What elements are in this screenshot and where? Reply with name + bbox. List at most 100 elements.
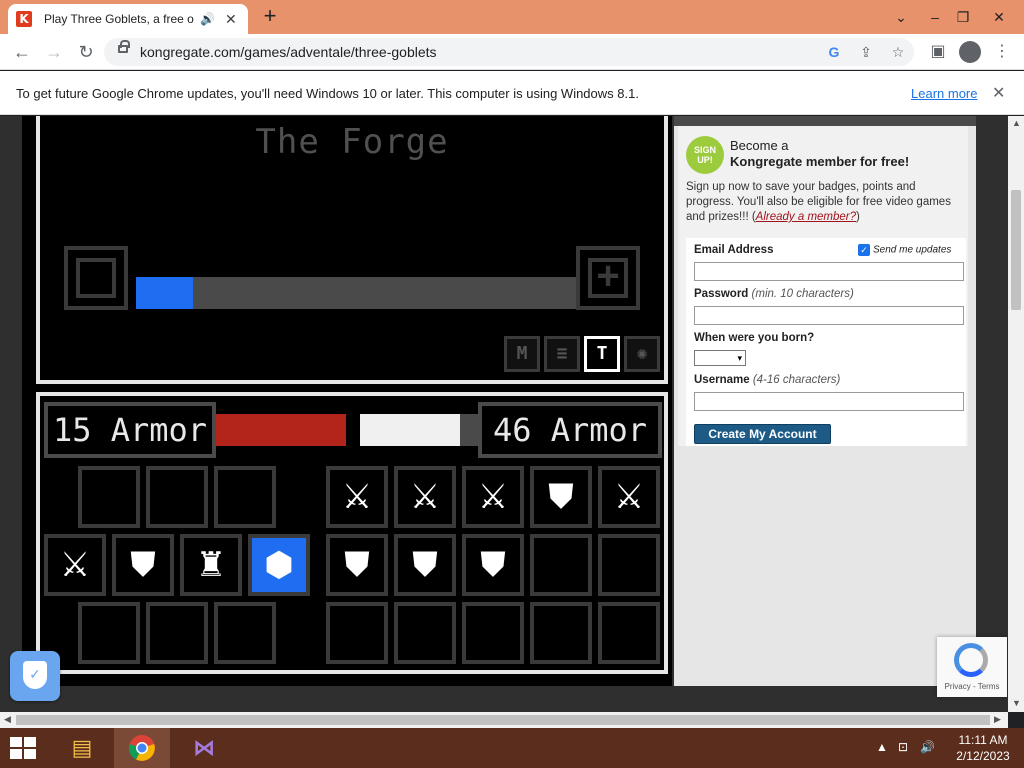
dob-select[interactable]: ▾ bbox=[694, 350, 746, 366]
url-text[interactable]: kongregate.com/games/adventale/three-gob… bbox=[140, 44, 437, 60]
email-label: Email Address bbox=[694, 244, 774, 256]
map-tool-button[interactable]: M bbox=[504, 336, 540, 372]
scroll-left-icon[interactable]: ◀ bbox=[4, 714, 11, 725]
volume-icon[interactable]: 🔊 bbox=[920, 740, 935, 754]
bookmark-star-icon[interactable]: ☆ bbox=[888, 42, 908, 62]
send-updates-option[interactable]: ✓ Send me updates bbox=[858, 244, 951, 256]
inventory-slot[interactable] bbox=[78, 602, 140, 664]
update-infobar: To get future Google Chrome updates, you… bbox=[0, 71, 1024, 115]
file-explorer-icon[interactable]: ▤ bbox=[54, 728, 110, 768]
inventory-slot[interactable] bbox=[146, 602, 208, 664]
back-arrow-icon[interactable]: ← bbox=[10, 40, 34, 64]
inventory-slot[interactable] bbox=[78, 466, 140, 528]
visual-studio-icon[interactable]: ⋈ bbox=[176, 728, 232, 768]
inventory-slot[interactable] bbox=[326, 602, 388, 664]
horizontal-scroll-thumb[interactable] bbox=[16, 715, 990, 725]
browser-tab[interactable]: K Play Three Goblets, a free on 🔊 ✕ bbox=[8, 4, 248, 34]
scroll-right-icon[interactable]: ▶ bbox=[994, 714, 1001, 725]
share-icon[interactable]: ⇪ bbox=[856, 42, 876, 62]
email-field[interactable] bbox=[694, 262, 964, 281]
recaptcha-badge[interactable]: Privacy - Terms bbox=[937, 637, 1007, 697]
armor-icon: ♜ bbox=[195, 546, 227, 584]
horizontal-scrollbar[interactable]: ◀ ▶ bbox=[0, 712, 1008, 728]
settings-tool-button[interactable]: ✺ bbox=[624, 336, 660, 372]
windows-start-icon[interactable] bbox=[10, 737, 38, 761]
forward-arrow-icon[interactable]: → bbox=[42, 40, 66, 64]
address-bar[interactable]: kongregate.com/games/adventale/three-gob… bbox=[104, 38, 914, 66]
sword-icon: ⚔ bbox=[341, 478, 373, 516]
page-viewport: The Forge + M ≡ T ✺ 15 Armor 46 Armor ⚔ … bbox=[0, 116, 1008, 712]
forge-output-slot[interactable]: + bbox=[576, 246, 640, 310]
lock-icon[interactable] bbox=[118, 40, 130, 53]
signup-seal-icon: SIGN UP! bbox=[686, 136, 724, 174]
inventory-slot[interactable] bbox=[214, 466, 276, 528]
game-canvas[interactable]: The Forge + M ≡ T ✺ 15 Armor 46 Armor ⚔ … bbox=[22, 116, 672, 686]
menu-kebab-icon[interactable]: ⋮ bbox=[990, 40, 1014, 64]
list-tool-button[interactable]: ≡ bbox=[544, 336, 580, 372]
network-icon[interactable]: ⊡ bbox=[898, 740, 908, 754]
inventory-slot[interactable]: ⚔ bbox=[462, 466, 524, 528]
inventory-slot[interactable] bbox=[214, 602, 276, 664]
password-field[interactable] bbox=[694, 306, 964, 325]
inventory-slot[interactable]: ⚔ bbox=[394, 466, 456, 528]
username-field[interactable] bbox=[694, 392, 964, 411]
already-member-link[interactable]: Already a member? bbox=[756, 211, 856, 223]
inventory-slot[interactable] bbox=[394, 602, 456, 664]
inventory-slot[interactable]: ⚔ bbox=[44, 534, 106, 596]
reload-icon[interactable]: ↻ bbox=[74, 40, 98, 64]
inventory-slot[interactable] bbox=[598, 602, 660, 664]
taskbar-clock[interactable]: 11:11 AM 2/12/2023 bbox=[948, 732, 1018, 764]
audio-playing-icon[interactable]: 🔊 bbox=[200, 12, 215, 26]
forge-input-slot[interactable] bbox=[64, 246, 128, 310]
learn-more-link[interactable]: Learn more bbox=[911, 86, 977, 101]
shield-icon: ⛊ bbox=[548, 478, 574, 516]
inventory-slot[interactable]: ⛊ bbox=[462, 534, 524, 596]
scroll-down-icon[interactable]: ▼ bbox=[1012, 698, 1021, 708]
forge-tool-button[interactable]: T bbox=[584, 336, 620, 372]
clock-date: 2/12/2023 bbox=[956, 749, 1010, 763]
inventory-slot[interactable] bbox=[598, 534, 660, 596]
enemy-armor-label: 46 Armor bbox=[478, 402, 662, 458]
inventory-slot[interactable]: ⛊ bbox=[530, 466, 592, 528]
inventory-slot-selected[interactable]: ⬢ bbox=[248, 534, 310, 596]
inventory-slot[interactable]: ⛊ bbox=[112, 534, 174, 596]
vertical-scrollbar[interactable]: ▲ ▼ bbox=[1008, 116, 1024, 712]
side-panel-icon[interactable]: ▣ bbox=[926, 40, 950, 64]
scroll-up-icon[interactable]: ▲ bbox=[1012, 118, 1021, 128]
inventory-slot[interactable]: ⚔ bbox=[326, 466, 388, 528]
inventory-slot[interactable]: ♜ bbox=[180, 534, 242, 596]
inventory-slot[interactable]: ⛊ bbox=[394, 534, 456, 596]
chrome-taskbar-icon[interactable] bbox=[114, 728, 170, 768]
inventory-slot[interactable]: ⛊ bbox=[326, 534, 388, 596]
player-armor-label: 15 Armor bbox=[44, 402, 216, 458]
kongregate-sidebar: SIGN UP! Become a Kongregate member for … bbox=[674, 116, 976, 686]
inventory-slot[interactable]: ⚔ bbox=[598, 466, 660, 528]
sidebar-tabs[interactable] bbox=[674, 116, 976, 126]
inventory-slot[interactable] bbox=[530, 534, 592, 596]
sword-icon: ⚔ bbox=[613, 478, 645, 516]
google-icon[interactable]: G bbox=[824, 42, 844, 62]
inventory-slot[interactable] bbox=[530, 602, 592, 664]
signup-heading-line1: Become a bbox=[730, 138, 789, 153]
restore-button[interactable]: ❐ bbox=[946, 0, 980, 34]
windows-taskbar: ▤ ⋈ ▲ ⊡ 🔊 11:11 AM 2/12/2023 bbox=[0, 728, 1024, 768]
infobar-close-icon[interactable]: ✕ bbox=[992, 83, 1005, 103]
shield-icon: ⛊ bbox=[480, 546, 506, 584]
close-window-button[interactable]: ✕ bbox=[982, 0, 1016, 34]
create-account-button[interactable]: Create My Account bbox=[694, 424, 831, 444]
tab-close-icon[interactable]: ✕ bbox=[225, 11, 237, 28]
security-shield-widget[interactable]: ✓ bbox=[10, 651, 60, 701]
checkbox-checked-icon[interactable]: ✓ bbox=[858, 244, 870, 256]
gear-icon bbox=[76, 258, 116, 298]
tray-overflow-icon[interactable]: ▲ bbox=[876, 740, 888, 754]
inventory-slot[interactable] bbox=[462, 602, 524, 664]
recaptcha-terms[interactable]: Privacy - Terms bbox=[937, 682, 1007, 691]
new-tab-button[interactable]: + bbox=[258, 5, 282, 29]
inventory-slot[interactable] bbox=[146, 466, 208, 528]
vertical-scroll-thumb[interactable] bbox=[1011, 190, 1021, 310]
chrome-logo-icon bbox=[128, 735, 155, 761]
enemy-health-bar bbox=[360, 414, 460, 446]
profile-avatar-icon[interactable] bbox=[959, 41, 981, 63]
tab-search-chevron-icon[interactable]: ⌄ bbox=[884, 0, 918, 34]
send-updates-label: Send me updates bbox=[873, 244, 952, 256]
